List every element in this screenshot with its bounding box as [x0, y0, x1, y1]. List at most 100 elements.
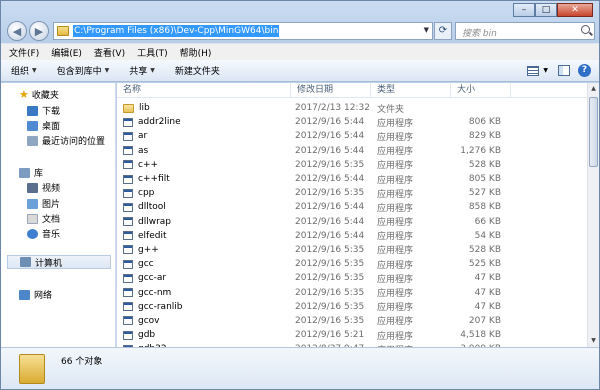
chevron-down-icon[interactable]: ▼ [543, 67, 548, 74]
application-icon [123, 131, 133, 141]
column-headers: 名称 修改日期 类型 大小 [117, 83, 587, 98]
nav-libraries[interactable]: 库 [19, 166, 43, 179]
scroll-down-icon[interactable]: ▼ [588, 335, 599, 347]
file-date: 2012/9/16 5:35 [295, 301, 365, 312]
minimize-button[interactable]: – [513, 3, 535, 17]
address-bar[interactable]: C:\Program Files (x86)\Dev-Cpp\MinGW64\b… [53, 22, 433, 40]
nav-libraries-label: 库 [34, 169, 44, 179]
nav-network[interactable]: 网络 [19, 288, 52, 301]
column-header-name[interactable]: 名称 [117, 83, 291, 98]
nav-favorites[interactable]: ★ 收藏夹 [19, 88, 59, 101]
search-icon[interactable] [581, 25, 590, 34]
menu-tools[interactable]: 工具(T) [137, 46, 168, 59]
column-header-date[interactable]: 修改日期 [291, 83, 371, 98]
file-name-cell: g++ [117, 245, 291, 255]
application-icon [123, 202, 133, 212]
new-folder-button[interactable]: 新建文件夹 [175, 64, 220, 77]
file-date: 2012/9/16 5:35 [295, 244, 365, 255]
nav-computer[interactable]: 计算机 [7, 255, 111, 269]
forward-button[interactable]: ▶ [29, 21, 49, 41]
new-folder-label: 新建文件夹 [174, 67, 220, 77]
file-name: dllwrap [138, 216, 172, 227]
file-name: dlltool [138, 202, 166, 213]
file-name-cell: ar [117, 131, 291, 141]
file-name: lib [139, 103, 150, 114]
file-row[interactable]: ar 2012/9/16 5:44 应用程序 829 KB [117, 129, 587, 143]
menu-view[interactable]: 查看(V) [94, 46, 125, 59]
menu-file[interactable]: 文件(F) [9, 46, 39, 59]
file-row[interactable]: lib 2017/2/13 12:32 文件夹 [117, 101, 587, 115]
nav-computer-label: 计算机 [35, 258, 63, 269]
column-header-size[interactable]: 大小 [451, 83, 511, 98]
application-icon [123, 330, 133, 340]
file-name-cell: gcc-ranlib [117, 302, 291, 312]
file-name-cell: lib [117, 103, 291, 113]
file-row[interactable]: gdb 2012/9/16 5:21 应用程序 4,518 KB [117, 328, 587, 342]
file-list: 名称 修改日期 类型 大小 lib 2017/2/13 12:32 文件夹 addr2… [117, 83, 587, 347]
file-type: 应用程序 [377, 232, 414, 243]
application-icon [123, 146, 133, 156]
vertical-scrollbar[interactable]: ▲ ▼ [587, 83, 599, 347]
nav-documents[interactable]: 文档 [27, 212, 60, 225]
menu-help[interactable]: 帮助(H) [180, 46, 212, 59]
nav-recent[interactable]: 最近访问的位置 [27, 134, 105, 147]
file-row[interactable]: gcc-ranlib 2012/9/16 5:35 应用程序 47 KB [117, 300, 587, 314]
file-row[interactable]: gcc-ar 2012/9/16 5:35 应用程序 47 KB [117, 271, 587, 285]
menu-edit[interactable]: 编辑(E) [51, 46, 82, 59]
file-row[interactable]: gcc 2012/9/16 5:35 应用程序 525 KB [117, 257, 587, 271]
file-name-cell: gdb [117, 330, 291, 340]
address-path[interactable]: C:\Program Files (x86)\Dev-Cpp\MinGW64\b… [73, 25, 280, 37]
nav-pictures[interactable]: 图片 [27, 197, 60, 210]
file-type: 应用程序 [377, 218, 414, 229]
change-view-icon[interactable] [527, 65, 540, 76]
back-button[interactable]: ◀ [7, 21, 27, 41]
file-name-cell: gcc-ar [117, 273, 291, 283]
file-date: 2012/9/16 5:35 [295, 259, 365, 270]
view-controls: ▼ ? [527, 64, 591, 77]
nav-desktop[interactable]: 桌面 [27, 119, 60, 132]
file-row[interactable]: dlltool 2012/9/16 5:44 应用程序 858 KB [117, 200, 587, 214]
search-input[interactable]: 搜索 bin [455, 22, 595, 40]
file-row[interactable]: gcov 2012/9/16 5:35 应用程序 207 KB [117, 314, 587, 328]
file-row[interactable]: elfedit 2012/9/16 5:44 应用程序 54 KB [117, 229, 587, 243]
refresh-button[interactable]: ⟳ [434, 22, 452, 40]
file-row[interactable]: as 2012/9/16 5:44 应用程序 1,276 KB [117, 144, 587, 158]
nav-videos[interactable]: 视频 [27, 181, 60, 194]
file-date: 2012/9/16 5:35 [295, 315, 365, 326]
file-type: 应用程序 [377, 175, 414, 186]
nav-videos-label: 视频 [42, 184, 61, 194]
share-button[interactable]: 共享 ▼ [129, 64, 155, 77]
file-row[interactable]: cpp 2012/9/16 5:35 应用程序 527 KB [117, 186, 587, 200]
maximize-button[interactable]: □ [535, 3, 557, 17]
folder-icon [19, 354, 45, 384]
file-name: gcc-ranlib [138, 301, 183, 312]
nav-music-label: 音乐 [42, 230, 61, 240]
close-button[interactable]: ✕ [557, 3, 593, 17]
file-row[interactable]: c++ 2012/9/16 5:35 应用程序 528 KB [117, 158, 587, 172]
application-icon [123, 231, 133, 241]
nav-favorites-label: 收藏夹 [31, 91, 59, 101]
file-date: 2012/9/16 5:44 [295, 174, 365, 185]
file-row[interactable]: dllwrap 2012/9/16 5:44 应用程序 66 KB [117, 215, 587, 229]
file-type: 应用程序 [377, 274, 414, 285]
file-row[interactable]: c++filt 2012/9/16 5:44 应用程序 805 KB [117, 172, 587, 186]
help-button[interactable]: ? [578, 64, 591, 77]
share-label: 共享 [129, 67, 148, 77]
preview-pane-icon[interactable] [558, 65, 570, 76]
network-icon [19, 289, 30, 300]
organize-button[interactable]: 组织 ▼ [11, 64, 37, 77]
scroll-thumb[interactable] [589, 97, 598, 167]
column-header-type[interactable]: 类型 [371, 83, 451, 98]
explorer-window: – □ ✕ ◀ ▶ ▼ C:\Program Files (x86)\Dev-C… [0, 0, 600, 390]
nav-downloads[interactable]: 下载 [27, 104, 60, 117]
file-row[interactable]: g++ 2012/9/16 5:35 应用程序 528 KB [117, 243, 587, 257]
nav-music[interactable]: 音乐 [27, 227, 60, 240]
include-in-library-button[interactable]: 包含到库中 ▼ [57, 64, 110, 77]
address-dropdown-icon[interactable]: ▼ [424, 26, 429, 34]
file-row[interactable]: addr2line 2012/9/16 5:44 应用程序 806 KB [117, 115, 587, 129]
scroll-up-icon[interactable]: ▲ [588, 83, 599, 95]
star-icon: ★ [19, 88, 29, 101]
file-size: 829 KB [468, 131, 501, 142]
file-row[interactable]: gcc-nm 2012/9/16 5:35 应用程序 47 KB [117, 285, 587, 299]
file-name: elfedit [138, 230, 167, 241]
